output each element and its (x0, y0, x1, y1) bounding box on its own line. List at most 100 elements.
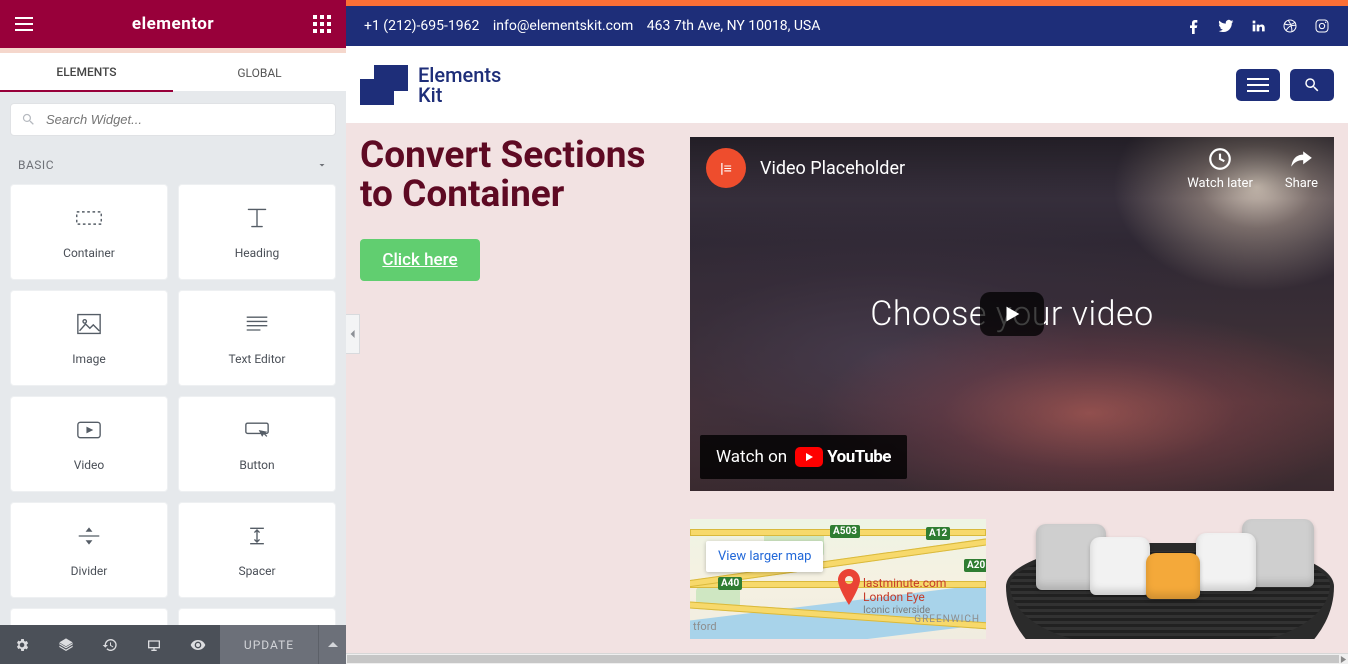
widget-placeholder[interactable] (178, 608, 336, 625)
site-logo[interactable]: Elements Kit (360, 65, 501, 105)
dribbble-icon[interactable] (1282, 18, 1298, 34)
topbar-address: 463 7th Ave, NY 10018, USA (647, 18, 821, 34)
editor-brand: elementor (132, 14, 214, 34)
video-icon (75, 418, 103, 442)
search-icon (1303, 76, 1321, 94)
widget-label: Text Editor (229, 352, 286, 366)
widgets-grid: Container Heading Image Text Editor Vide… (10, 184, 336, 625)
youtube-icon (795, 447, 823, 467)
header-search-button[interactable] (1290, 69, 1334, 101)
search-icon (21, 112, 36, 127)
view-larger-map-button[interactable]: View larger map (706, 541, 823, 572)
play-button[interactable] (980, 292, 1044, 336)
share-button[interactable]: Share (1285, 146, 1318, 191)
widget-container[interactable]: Container (10, 184, 168, 280)
apps-icon[interactable] (310, 12, 334, 36)
click-here-button[interactable]: Click here (360, 239, 480, 281)
widget-search[interactable] (10, 103, 336, 136)
action-label: Share (1285, 176, 1318, 191)
watch-on-youtube[interactable]: Watch on YouTube (700, 435, 907, 479)
eye-icon (190, 637, 206, 653)
facebook-icon[interactable] (1186, 18, 1202, 34)
map-pin-icon (836, 569, 862, 609)
scroll-right-icon[interactable] (1338, 654, 1348, 664)
action-label: Watch later (1187, 176, 1253, 191)
product-image (1006, 519, 1334, 639)
twitter-icon[interactable] (1218, 18, 1234, 34)
channel-avatar[interactable]: |≡ (706, 148, 746, 188)
road-badge: A40 (718, 577, 742, 590)
horizontal-scrollbar[interactable] (346, 653, 1348, 664)
search-input[interactable] (46, 112, 325, 127)
widget-video[interactable]: Video (10, 396, 168, 492)
history-icon (102, 637, 118, 653)
image-icon (75, 312, 103, 336)
button-icon (243, 418, 271, 442)
widget-button[interactable]: Button (178, 396, 336, 492)
category-label: BASIC (18, 158, 54, 172)
responsive-icon (146, 637, 162, 653)
editor-header: elementor (0, 0, 346, 48)
site-topbar: +1 (212)-695-1962 info@elementskit.com 4… (346, 6, 1348, 46)
tab-global[interactable]: GLOBAL (173, 53, 346, 91)
spacer-icon (243, 524, 271, 548)
site-header: Elements Kit (346, 46, 1348, 123)
tab-elements[interactable]: ELEMENTS (0, 52, 173, 92)
play-icon (1001, 303, 1023, 325)
settings-button[interactable] (0, 625, 44, 664)
nav-toggle-button[interactable] (1236, 69, 1280, 101)
category-basic[interactable]: BASIC (0, 144, 346, 184)
text-editor-icon (243, 312, 271, 336)
road-badge: A20 (964, 559, 986, 572)
widget-image[interactable]: Image (10, 290, 168, 386)
publish-options-button[interactable] (318, 625, 346, 664)
caret-up-icon (328, 640, 338, 650)
map-embed[interactable]: A503 A12 A40 A20 View larger map lastmin… (690, 519, 986, 639)
watch-later-button[interactable]: Watch later (1187, 146, 1253, 191)
instagram-icon[interactable] (1314, 18, 1330, 34)
divider-icon (75, 524, 103, 548)
widget-heading[interactable]: Heading (178, 184, 336, 280)
heading-icon (243, 206, 271, 230)
video-title: Video Placeholder (760, 158, 905, 179)
widget-spacer[interactable]: Spacer (178, 502, 336, 598)
topbar-phone[interactable]: +1 (212)-695-1962 (364, 18, 479, 34)
youtube-label: YouTube (827, 447, 891, 467)
map-corner-label: tford (693, 620, 717, 633)
menu-icon[interactable] (12, 12, 36, 36)
widget-label: Container (63, 246, 115, 260)
widget-label: Button (239, 458, 274, 472)
widget-label: Image (72, 352, 105, 366)
chevron-down-icon (316, 159, 328, 171)
page-title: Convert Sections to Container (360, 137, 670, 215)
layers-icon (58, 637, 74, 653)
update-button[interactable]: UPDATE (220, 625, 318, 664)
widget-label: Heading (235, 246, 280, 260)
road-badge: A12 (926, 527, 950, 540)
editor-bottom-bar: UPDATE (0, 625, 346, 664)
preview-area: +1 (212)-695-1962 info@elementskit.com 4… (346, 0, 1348, 664)
topbar-email[interactable]: info@elementskit.com (493, 18, 633, 34)
watch-on-label: Watch on (716, 447, 787, 467)
navigator-button[interactable] (44, 625, 88, 664)
container-icon (75, 206, 103, 230)
chevron-left-icon (349, 329, 357, 339)
page-body: Convert Sections to Container Click here… (346, 123, 1348, 653)
video-embed[interactable]: |≡ Video Placeholder Watch later Share (690, 137, 1334, 491)
brand-line-1: Elements (418, 65, 501, 85)
editor-panel: elementor ELEMENTS GLOBAL BASIC Containe… (0, 0, 346, 664)
map-poi-label: lastminute.com London Eye Iconic riversi… (863, 577, 946, 616)
widget-divider[interactable]: Divider (10, 502, 168, 598)
panel-tabs: ELEMENTS GLOBAL (0, 48, 346, 91)
share-icon (1288, 146, 1314, 172)
responsive-button[interactable] (132, 625, 176, 664)
widget-label: Divider (71, 564, 108, 578)
panel-collapse-handle[interactable] (346, 314, 360, 354)
road-badge: A503 (830, 525, 860, 538)
preview-button[interactable] (176, 625, 220, 664)
linkedin-icon[interactable] (1250, 18, 1266, 34)
clock-icon (1207, 146, 1233, 172)
history-button[interactable] (88, 625, 132, 664)
widget-text-editor[interactable]: Text Editor (178, 290, 336, 386)
widget-placeholder[interactable] (10, 608, 168, 625)
